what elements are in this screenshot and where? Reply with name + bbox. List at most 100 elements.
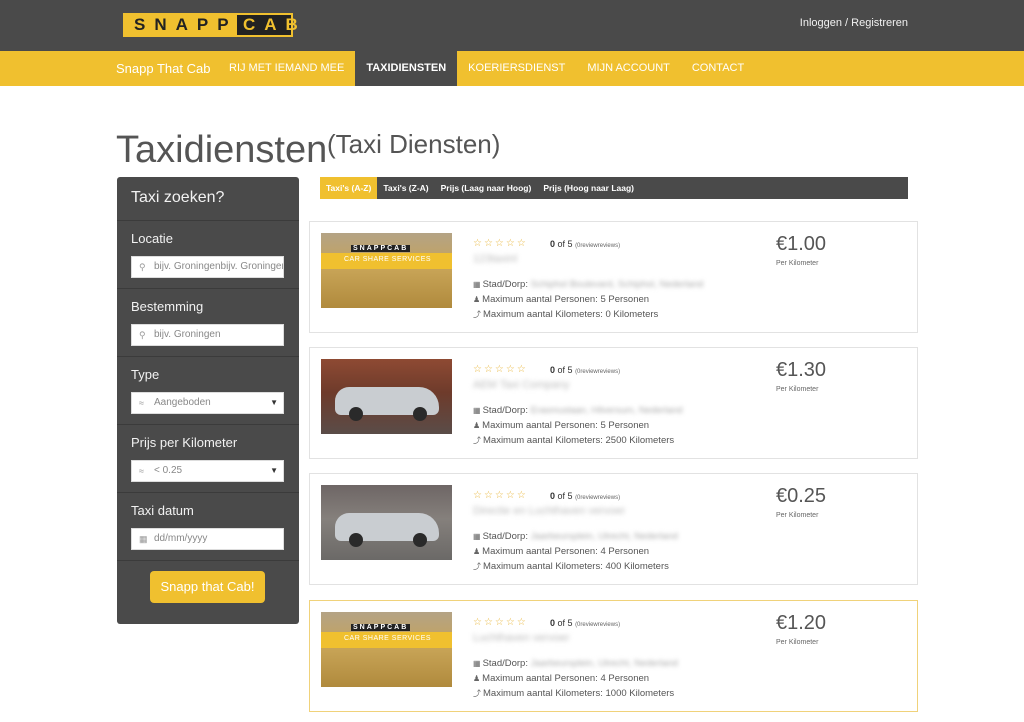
login-register-link[interactable]: Inloggen / Registreren [800,17,908,29]
route-icon: ⤴ [473,310,481,319]
city-line: ▦ Stad/Dorp: Jaarbeursplein, Utrecht, Ned… [473,658,678,669]
listing-thumbnail[interactable] [321,485,452,560]
listing-name[interactable]: Luchthaven vervoer [473,632,570,644]
destination-input[interactable]: ⚲ bijv. Groningen [131,324,284,346]
car-wheel [349,407,363,421]
persons-line: ♟ Maximum aantal Personen: 5 Personen [473,420,649,431]
km-value: 2500 Kilometers [605,435,675,446]
price-label: Prijs per Kilometer [131,435,238,450]
km-label: Maximum aantal Kilometers: [483,561,603,572]
rating-value: 0 [550,491,556,501]
listing-name[interactable]: AEM Taxi Company [473,379,569,391]
rating-value: 0 [550,239,556,249]
nav-item-koeriersdienst[interactable]: KOERIERSDIENST [457,51,576,86]
thumb-logo: SNAPPCAB [351,245,411,252]
type-section: Type ≈ Aangeboden ▼ [117,357,299,425]
persons-value: 5 Personen [600,420,650,431]
star-rating-icon: ☆☆☆☆☆ [473,238,528,249]
city-label: Stad/Dorp: [482,531,528,542]
listing-thumbnail[interactable]: SNAPPCAB CAR SHARE SERVICES [321,233,452,308]
persons-label: Maximum aantal Personen: [482,673,598,684]
listing-card[interactable]: ☆☆☆☆☆ 0 of 5 (0reviewreviews) Directie e… [309,473,918,585]
sort-tab-price-low-high[interactable]: Prijs (Laag naar Hoog) [435,177,538,199]
km-value: 1000 Kilometers [605,688,675,699]
snappcab-logo[interactable]: SNAPP CAB [123,13,298,37]
city-value: Erasmuslaan, Hilversum, Nederland [530,405,683,416]
km-line: ⤴ Maximum aantal Kilometers: 0 Kilometers [473,309,658,320]
building-icon: ▦ [473,532,481,541]
listing-thumbnail[interactable] [321,359,452,434]
date-section: Taxi datum ▦ dd/mm/yyyy [117,493,299,561]
calendar-icon: ▦ [139,534,148,544]
destination-placeholder: bijv. Groningen [154,329,221,340]
review-count: (0reviewreviews) [575,243,621,249]
route-icon: ⤴ [473,689,481,698]
search-button[interactable]: Snapp that Cab! [150,571,265,603]
per-km-label: Per Kilometer [776,260,819,267]
listing-card[interactable]: SNAPPCAB CAR SHARE SERVICES ☆☆☆☆☆ 0 of 5… [309,600,918,712]
date-label: Taxi datum [131,503,194,518]
review-count: (0reviewreviews) [575,622,621,628]
price-section: Prijs per Kilometer ≈ < 0.25 ▼ [117,425,299,493]
map-marker-icon: ⚲ [139,262,146,272]
persons-label: Maximum aantal Personen: [482,294,598,305]
km-value: 0 Kilometers [605,309,659,320]
listing-thumbnail[interactable]: SNAPPCAB CAR SHARE SERVICES [321,612,452,687]
listing-name[interactable]: Directie en Luchthaven vervoer [473,505,625,517]
chevron-down-icon: ▼ [270,398,278,407]
sort-tab-a-z[interactable]: Taxi's (A-Z) [320,177,378,199]
km-label: Maximum aantal Kilometers: [483,435,603,446]
thumb-subtitle: CAR SHARE SERVICES [344,635,432,642]
rating-text: 0 of 5 (0reviewreviews) [550,491,620,501]
review-count: (0reviewreviews) [575,495,621,501]
type-label: Type [131,367,160,382]
sort-tab-price-high-low[interactable]: Prijs (Hoog naar Laag) [537,177,640,199]
sidebar-heading: Taxi zoeken? [117,177,299,221]
km-line: ⤴ Maximum aantal Kilometers: 2500 Kilomet… [473,435,674,446]
nav-item-taxidiensten[interactable]: TAXIDIENSTEN [355,51,458,86]
nav-item-rij-met-iemand-mee[interactable]: RIJ MET IEMAND MEE [218,51,355,86]
persons-line: ♟ Maximum aantal Personen: 4 Personen [473,546,649,557]
rating-of: of 5 [557,239,573,249]
main-nav: Snapp That Cab RIJ MET IEMAND MEE TAXIDI… [0,51,1024,86]
listing-price: €1.30 [776,359,827,381]
rating-text: 0 of 5 (0reviewreviews) [550,239,620,249]
price-select[interactable]: ≈ < 0.25 ▼ [131,460,284,482]
price-value: < 0.25 [154,465,183,476]
listing-name[interactable]: 123taxinl [473,253,517,265]
nav-brand[interactable]: Snapp That Cab [116,61,210,76]
location-placeholder: bijv. Groningenbijv. Groningen [154,261,284,272]
building-icon: ▦ [473,659,481,668]
persons-label: Maximum aantal Personen: [482,546,598,557]
location-input[interactable]: ⚲ bijv. Groningenbijv. Groningen [131,256,284,278]
page-title: Taxidiensten [116,129,328,171]
sort-tab-z-a[interactable]: Taxi's (Z-A) [377,177,434,199]
city-value: Jaarbeursplein, Utrecht, Nederland [530,658,678,669]
star-rating-icon: ☆☆☆☆☆ [473,364,528,375]
persons-value: 4 Personen [600,673,650,684]
users-icon: ♟ [473,547,481,556]
city-label: Stad/Dorp: [482,279,528,290]
car-wheel [413,407,427,421]
star-rating-icon: ☆☆☆☆☆ [473,490,528,501]
nav-item-mijn-account[interactable]: MIJN ACCOUNT [576,51,681,86]
rating-value: 0 [550,618,556,628]
listing-card[interactable]: ☆☆☆☆☆ 0 of 5 (0reviewreviews) AEM Taxi C… [309,347,918,459]
filter-icon: ≈ [139,398,144,408]
listing-price: €1.00 [776,233,827,255]
rating-value: 0 [550,365,556,375]
persons-value: 4 Personen [600,546,650,557]
logo-cab: CAB [237,15,298,35]
listing-card[interactable]: SNAPPCAB CAR SHARE SERVICES ☆☆☆☆☆ 0 of 5… [309,221,918,333]
date-input[interactable]: ▦ dd/mm/yyyy [131,528,284,550]
rating-of: of 5 [557,365,573,375]
type-select[interactable]: ≈ Aangeboden ▼ [131,392,284,414]
city-value: Schiphol Boulevard, Schiphol, Nederland [530,279,704,290]
persons-value: 5 Personen [600,294,650,305]
nav-item-contact[interactable]: CONTACT [681,51,755,86]
per-km-label: Per Kilometer [776,512,819,519]
sort-bar: Taxi's (A-Z) Taxi's (Z-A) Prijs (Laag na… [320,177,908,199]
km-line: ⤴ Maximum aantal Kilometers: 400 Kilomete… [473,561,669,572]
persons-line: ♟ Maximum aantal Personen: 4 Personen [473,673,649,684]
rating-of: of 5 [557,618,573,628]
